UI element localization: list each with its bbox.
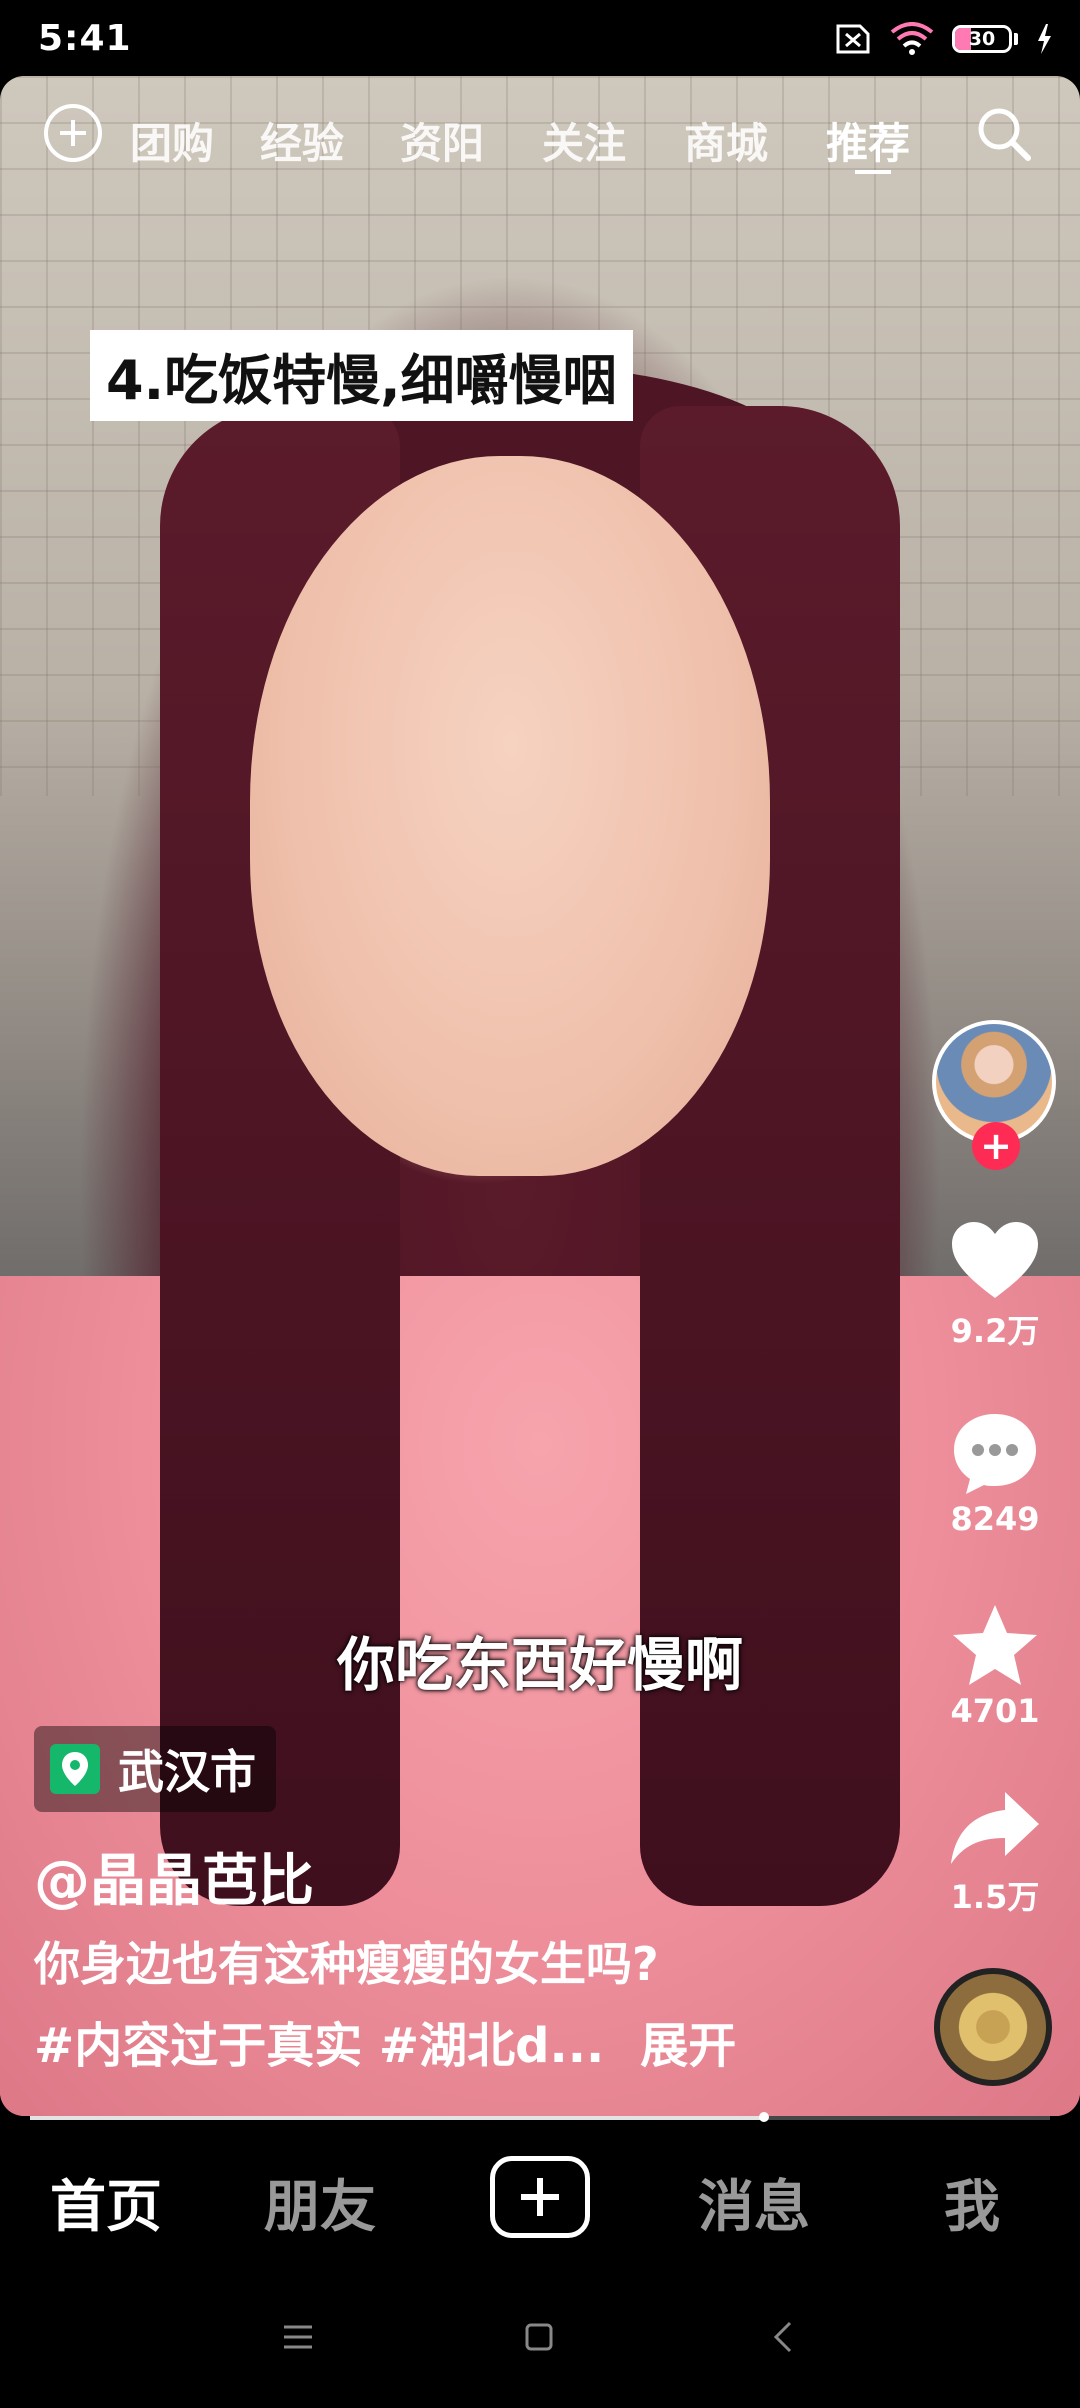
comment-icon bbox=[954, 1414, 1036, 1494]
favorite-count: 4701 bbox=[950, 1692, 1040, 1730]
share-button[interactable]: 1.5万 bbox=[940, 1788, 1050, 1918]
nav-me[interactable]: 我 bbox=[944, 2162, 1000, 2243]
status-icons: 30 bbox=[832, 22, 1052, 56]
menu-icon[interactable] bbox=[282, 2324, 314, 2350]
video-description: 你身边也有这种瘦瘦的女生吗? bbox=[34, 1937, 659, 1991]
share-count: 1.5万 bbox=[950, 1878, 1040, 1916]
nav-home[interactable]: 首页 bbox=[50, 2162, 162, 2243]
sim-error-icon bbox=[836, 24, 870, 54]
location-tag[interactable]: 武汉市 bbox=[34, 1726, 276, 1812]
tab-recommend[interactable]: 推荐 bbox=[826, 110, 910, 171]
video-progress-fill bbox=[30, 2116, 765, 2120]
home-square-icon[interactable] bbox=[524, 2322, 554, 2352]
battery-indicator: 30 bbox=[952, 25, 1018, 53]
like-button[interactable]: 9.2万 bbox=[940, 1220, 1050, 1352]
follow-button[interactable]: + bbox=[972, 1122, 1020, 1170]
location-text: 武汉市 bbox=[118, 1745, 256, 1799]
video-hashtags[interactable]: #内容过于真实 #湖北d... bbox=[34, 2006, 604, 2076]
bottom-nav: 首页 朋友 消息 我 bbox=[0, 2122, 1080, 2276]
top-tabs: 团购 经验 资阳 关注 商城 推荐 bbox=[0, 98, 1080, 178]
tab-ziyang[interactable]: 资阳 bbox=[400, 110, 484, 171]
status-time: 5:41 bbox=[38, 18, 132, 59]
expand-button[interactable]: 展开 bbox=[640, 2006, 736, 2076]
create-video-button[interactable] bbox=[490, 2156, 590, 2238]
star-icon bbox=[953, 1605, 1037, 1685]
comment-count: 8249 bbox=[950, 1500, 1040, 1538]
search-icon[interactable] bbox=[974, 104, 1034, 164]
video-progress-bar[interactable] bbox=[30, 2112, 1050, 2122]
heart-icon bbox=[952, 1222, 1038, 1298]
music-disc[interactable] bbox=[934, 1968, 1052, 2086]
location-pin-icon bbox=[50, 1744, 100, 1794]
comment-button[interactable]: 8249 bbox=[940, 1410, 1050, 1538]
tab-mall[interactable]: 商城 bbox=[684, 110, 768, 171]
video-progress-knob[interactable] bbox=[759, 2112, 770, 2122]
wifi-icon bbox=[890, 22, 934, 55]
tab-group-buy[interactable]: 团购 bbox=[130, 110, 214, 171]
author-name[interactable]: @晶晶芭比 bbox=[34, 1836, 314, 1917]
video-caption: 4.吃饭特慢,细嚼慢咽 bbox=[90, 330, 633, 421]
system-nav-bar bbox=[0, 2276, 1080, 2408]
battery-level: 30 bbox=[968, 28, 996, 50]
charging-icon bbox=[1038, 24, 1051, 54]
tab-following[interactable]: 关注 bbox=[542, 110, 626, 171]
tab-experience[interactable]: 经验 bbox=[260, 110, 344, 171]
back-icon[interactable] bbox=[772, 2320, 794, 2354]
tab-indicator bbox=[855, 170, 891, 174]
favorite-button[interactable]: 4701 bbox=[940, 1602, 1050, 1730]
status-bar: 5:41 30 bbox=[0, 0, 1080, 76]
nav-messages[interactable]: 消息 bbox=[698, 2162, 810, 2243]
nav-friends[interactable]: 朋友 bbox=[264, 2162, 376, 2243]
share-arrow-icon bbox=[951, 1792, 1039, 1864]
video-hashtags-row: #内容过于真实 #湖北d... 展开 bbox=[34, 2006, 736, 2076]
like-count: 9.2万 bbox=[950, 1312, 1040, 1350]
video-subtitle: 你吃东西好慢啊 bbox=[336, 1631, 743, 1699]
